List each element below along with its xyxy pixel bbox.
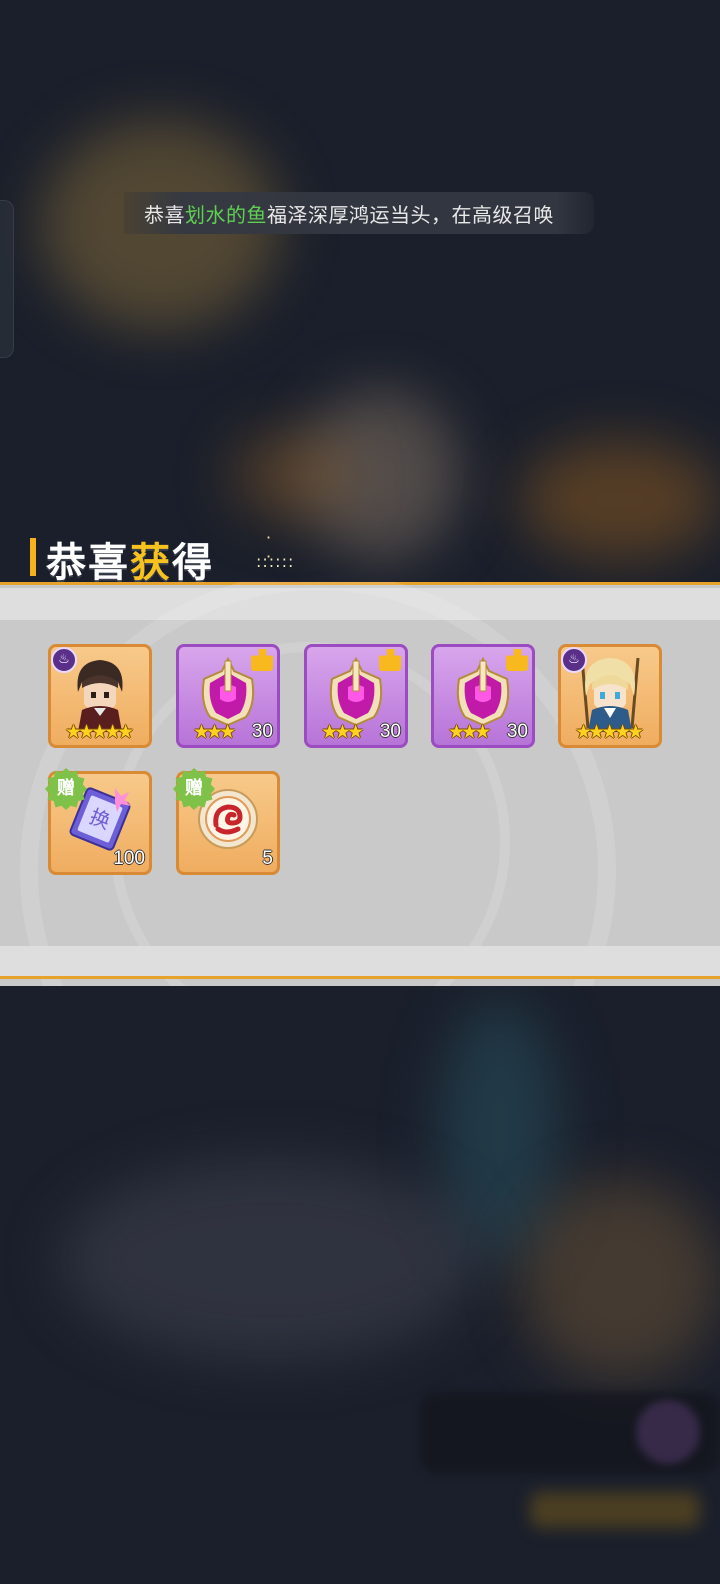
reward-item-dragon-coin[interactable]: 赠 5 — [173, 768, 280, 875]
announcement-text: 恭喜划水的鱼福泽深厚鸿运当头，在高级召唤 — [144, 203, 554, 227]
title-text: 恭喜获得 — [46, 540, 214, 586]
reward-item-fragment-3[interactable]: ★★★ 30 — [431, 644, 535, 748]
reward-item-fragment-1[interactable]: ★★★ 30 — [176, 644, 280, 748]
purple-helmet-icon — [201, 657, 255, 727]
element-fire-icon: ♨ — [51, 647, 77, 673]
side-drawer-tab[interactable] — [0, 200, 14, 358]
purple-helmet-icon — [456, 657, 510, 727]
item-count: 100 — [113, 848, 145, 869]
reward-item-exchange-ticket[interactable]: 换 赠 100 — [45, 768, 152, 875]
reward-item-hero-1[interactable]: ♨ ★★★★★ — [48, 644, 152, 748]
reward-item-fragment-2[interactable]: ★★★ 30 — [304, 644, 408, 748]
fragment-piece-icon — [506, 649, 528, 671]
item-count: 30 — [251, 721, 273, 742]
star-rating: ★★★ — [321, 721, 364, 743]
star-rating: ★★★ — [448, 721, 491, 743]
title-accent-bar — [30, 538, 36, 576]
element-fire-icon: ♨ — [561, 647, 587, 673]
fragment-piece-icon — [251, 649, 273, 671]
reward-item-hero-2[interactable]: ♨ ★★★★★ — [558, 644, 662, 748]
purple-helmet-icon — [329, 657, 383, 727]
announcement-player-name: 划水的鱼 — [185, 203, 267, 227]
star-rating: ★★★ — [193, 721, 236, 743]
item-count: 30 — [506, 721, 528, 742]
reward-panel: ♨ ★★★★★ ★★★ 30 ★★★ 30 ★★★ 30 ♨ ★★★★★ 换 赠… — [0, 582, 720, 986]
item-count: 5 — [262, 848, 273, 869]
decor-dots-row-icon: :::::: — [256, 552, 295, 571]
star-rating: ★★★★★ — [575, 721, 644, 743]
announcement-banner: 恭喜划水的鱼福泽深厚鸿运当头，在高级召唤 — [124, 192, 594, 234]
fragment-piece-icon — [379, 649, 401, 671]
star-rating: ★★★★★ — [65, 721, 134, 743]
item-count: 30 — [379, 721, 401, 742]
